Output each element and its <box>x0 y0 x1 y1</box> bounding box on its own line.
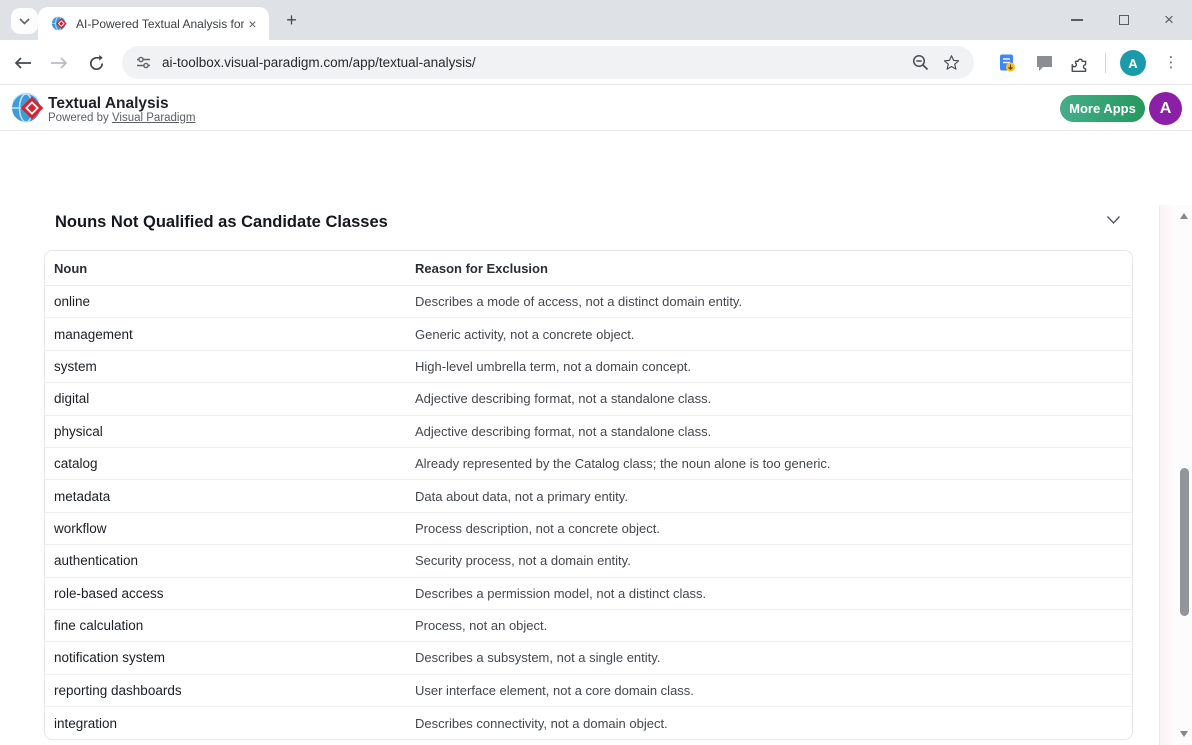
noun-cell: reporting dashboards <box>45 675 415 707</box>
noun-cell: system <box>45 351 415 383</box>
reload-icon <box>88 55 105 72</box>
visual-paradigm-logo <box>10 90 46 126</box>
table-row: catalog Already represented by the Catal… <box>45 448 1132 480</box>
site-settings-icon[interactable] <box>136 55 151 70</box>
browser-menu-button[interactable]: ⋮ <box>1161 51 1181 75</box>
section-collapse-chevron-icon[interactable] <box>1106 215 1121 225</box>
noun-cell: management <box>45 318 415 350</box>
new-tab-button[interactable]: + <box>281 10 302 31</box>
nouns-table: Noun Reason for Exclusion online Describ… <box>44 250 1133 740</box>
noun-cell: physical <box>45 416 415 448</box>
forward-button[interactable] <box>46 50 72 76</box>
wizard-stepper: 1 2 3 4 5 6 Problem Domain Problem Descr… <box>0 131 1192 205</box>
scrollbar-up-arrow[interactable] <box>1180 213 1188 219</box>
noun-cell: notification system <box>45 642 415 674</box>
powered-by: Powered by Visual Paradigm <box>48 112 195 124</box>
table-header-row: Noun Reason for Exclusion <box>45 251 1132 286</box>
zoom-out-icon[interactable] <box>912 54 929 71</box>
reason-cell: Describes connectivity, not a domain obj… <box>415 707 1132 739</box>
window-maximize-button[interactable] <box>1101 0 1147 40</box>
reason-cell: Describes a mode of access, not a distin… <box>415 286 1132 318</box>
browser-profile-avatar[interactable]: A <box>1120 50 1146 76</box>
column-header-reason: Reason for Exclusion <box>415 251 1132 286</box>
section-title: Nouns Not Qualified as Candidate Classes <box>55 213 388 232</box>
reading-list-extension-icon[interactable] <box>996 52 1018 74</box>
browser-tab[interactable]: AI-Powered Textual Analysis for × <box>38 7 269 40</box>
reload-button[interactable] <box>83 50 109 76</box>
address-bar[interactable]: ai-toolbox.visual-paradigm.com/app/textu… <box>122 46 974 79</box>
reason-cell: Describes a permission model, not a dist… <box>415 578 1132 610</box>
comment-icon[interactable] <box>1033 52 1055 74</box>
app-title: Textual Analysis <box>48 95 169 113</box>
tab-title: AI-Powered Textual Analysis for <box>76 17 244 31</box>
chevron-down-icon <box>19 18 30 25</box>
table-row: physical Adjective describing format, no… <box>45 416 1132 448</box>
url-text[interactable]: ai-toolbox.visual-paradigm.com/app/textu… <box>162 55 912 70</box>
page-edge-gradient <box>1159 205 1176 745</box>
toolbar-divider <box>1105 53 1106 73</box>
window-minimize-button[interactable] <box>1054 0 1100 40</box>
reason-cell: Generic activity, not a concrete object. <box>415 318 1132 350</box>
noun-cell: online <box>45 286 415 318</box>
reason-cell: Describes a subsystem, not a single enti… <box>415 642 1132 674</box>
table-row: reporting dashboards User interface elem… <box>45 675 1132 707</box>
table-row: workflow Process description, not a conc… <box>45 513 1132 545</box>
reason-cell: Adjective describing format, not a stand… <box>415 383 1132 415</box>
more-apps-button[interactable]: More Apps <box>1060 95 1145 122</box>
forward-arrow-icon <box>50 57 68 69</box>
visual-paradigm-link[interactable]: Visual Paradigm <box>112 112 196 124</box>
back-button[interactable] <box>10 50 36 76</box>
noun-cell: fine calculation <box>45 610 415 642</box>
table-row: system High-level umbrella term, not a d… <box>45 351 1132 383</box>
reason-cell: High-level umbrella term, not a domain c… <box>415 351 1132 383</box>
reason-cell: Process description, not a concrete obje… <box>415 513 1132 545</box>
scrollbar-down-arrow[interactable] <box>1180 731 1188 737</box>
reason-cell: Already represented by the Catalog class… <box>415 448 1132 480</box>
noun-cell: integration <box>45 707 415 739</box>
reason-cell: Data about data, not a primary entity. <box>415 480 1132 512</box>
extensions-puzzle-icon[interactable] <box>1070 52 1092 74</box>
site-favicon <box>51 15 68 32</box>
noun-cell: role-based access <box>45 578 415 610</box>
column-header-noun: Noun <box>45 251 415 286</box>
table-row: management Generic activity, not a concr… <box>45 318 1132 350</box>
table-row: online Describes a mode of access, not a… <box>45 286 1132 318</box>
noun-cell: workflow <box>45 513 415 545</box>
table-row: notification system Describes a subsyste… <box>45 642 1132 674</box>
vertical-scrollbar[interactable] <box>1176 205 1192 745</box>
reason-cell: Security process, not a domain entity. <box>415 545 1132 577</box>
noun-cell: authentication <box>45 545 415 577</box>
app-header <box>0 86 1192 131</box>
noun-cell: metadata <box>45 480 415 512</box>
noun-cell: digital <box>45 383 415 415</box>
table-row: digital Adjective describing format, not… <box>45 383 1132 415</box>
table-row: metadata Data about data, not a primary … <box>45 480 1132 512</box>
maximize-icon <box>1119 15 1129 25</box>
table-row: authentication Security process, not a d… <box>45 545 1132 577</box>
table-row: role-based access Describes a permission… <box>45 578 1132 610</box>
reason-cell: Process, not an object. <box>415 610 1132 642</box>
table-row: fine calculation Process, not an object. <box>45 610 1132 642</box>
noun-cell: catalog <box>45 448 415 480</box>
minimize-icon <box>1071 19 1083 21</box>
noun-table-body: online Describes a mode of access, not a… <box>45 286 1132 739</box>
scrollbar-thumb[interactable] <box>1180 468 1189 616</box>
table-row: integration Describes connectivity, not … <box>45 707 1132 739</box>
browser-titlebar: AI-Powered Textual Analysis for × + × <box>0 0 1192 40</box>
reason-cell: User interface element, not a core domai… <box>415 675 1132 707</box>
reason-cell: Adjective describing format, not a stand… <box>415 416 1132 448</box>
tab-search-button[interactable] <box>11 8 38 34</box>
app-user-avatar[interactable]: A <box>1149 92 1182 125</box>
bookmark-star-icon[interactable] <box>943 54 960 71</box>
window-close-button[interactable]: × <box>1146 0 1192 40</box>
powered-by-text: Powered by <box>48 112 109 124</box>
tab-close-icon[interactable]: × <box>244 15 261 32</box>
back-arrow-icon <box>14 57 32 69</box>
